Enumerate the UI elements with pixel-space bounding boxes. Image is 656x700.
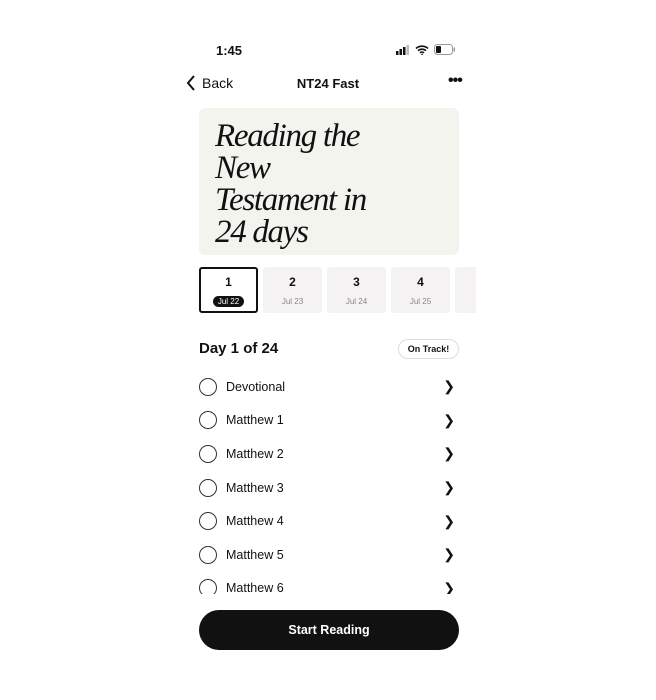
day-number: 2 <box>289 275 296 289</box>
battery-icon <box>434 44 455 55</box>
list-item[interactable]: Matthew 6 ❯ <box>199 572 459 594</box>
checkbox-circle-icon[interactable] <box>199 545 217 564</box>
day-tile[interactable]: 4 Jul 25 <box>391 267 450 313</box>
list-item[interactable]: Matthew 4 ❯ <box>199 504 459 538</box>
chevron-right-icon: ❯ <box>443 378 455 395</box>
reading-label: Matthew 5 <box>226 547 284 562</box>
day-selector[interactable]: 1 Jul 22 2 Jul 23 3 Jul 24 4 Jul 25 <box>199 267 476 314</box>
status-badge: On Track! <box>398 339 459 359</box>
back-button[interactable]: Back <box>186 75 233 91</box>
reading-label: Matthew 1 <box>226 413 284 428</box>
chevron-right-icon: ❯ <box>443 546 455 563</box>
signal-icon <box>396 44 409 55</box>
status-time: 1:45 <box>216 43 243 58</box>
checkbox-circle-icon[interactable] <box>199 411 217 430</box>
start-reading-button[interactable]: Start Reading <box>199 610 459 650</box>
checkbox-circle-icon[interactable] <box>199 579 217 594</box>
checkbox-circle-icon[interactable] <box>199 478 217 497</box>
chevron-right-icon: ❯ <box>443 512 455 529</box>
chevron-left-icon <box>186 75 195 91</box>
back-label: Back <box>202 75 234 91</box>
day-tile[interactable]: 1 Jul 22 <box>199 267 258 313</box>
reading-label: Matthew 4 <box>226 514 284 529</box>
day-date: Jul 23 <box>281 297 304 306</box>
list-item[interactable]: Matthew 1 ❯ <box>199 404 459 438</box>
reading-label: Devotional <box>226 379 286 394</box>
status-icons <box>396 44 456 55</box>
chevron-right-icon: ❯ <box>443 411 455 428</box>
ellipsis-icon[interactable]: ••• <box>448 72 463 90</box>
day-tile[interactable] <box>455 267 476 313</box>
reading-list: Devotional ❯ Matthew 1 ❯ Matthew 2 ❯ Matthe… <box>199 370 459 594</box>
chevron-right-icon: ❯ <box>443 579 455 594</box>
reading-label: Matthew 3 <box>226 480 284 495</box>
checkbox-circle-icon[interactable] <box>199 512 217 531</box>
day-number: 4 <box>417 275 424 289</box>
checkbox-circle-icon[interactable] <box>199 377 217 396</box>
hero-card: Reading the New Testament in 24 days <box>199 108 459 255</box>
list-item[interactable]: Matthew 5 ❯ <box>199 538 459 572</box>
list-item[interactable]: Matthew 3 ❯ <box>199 471 459 505</box>
day-number: 1 <box>225 275 232 289</box>
day-date: Jul 25 <box>409 297 432 306</box>
page-title: NT24 Fast <box>296 76 360 91</box>
reading-label: Matthew 2 <box>226 446 284 461</box>
reading-label: Matthew 6 <box>226 581 284 594</box>
day-number: 3 <box>353 275 360 289</box>
day-tile[interactable]: 2 Jul 23 <box>263 267 322 313</box>
chevron-right-icon: ❯ <box>443 479 455 496</box>
day-date: Jul 24 <box>345 297 368 306</box>
wifi-icon <box>415 44 429 55</box>
day-date: Jul 22 <box>212 296 245 307</box>
list-item[interactable]: Matthew 2 ❯ <box>199 437 459 471</box>
hero-title: Reading the New Testament in 24 days <box>215 118 367 250</box>
checkbox-circle-icon[interactable] <box>199 444 217 463</box>
day-heading: Day 1 of 24 <box>199 340 279 357</box>
list-item[interactable]: Devotional ❯ <box>199 370 459 404</box>
chevron-right-icon: ❯ <box>443 445 455 462</box>
day-tile[interactable]: 3 Jul 24 <box>327 267 386 313</box>
